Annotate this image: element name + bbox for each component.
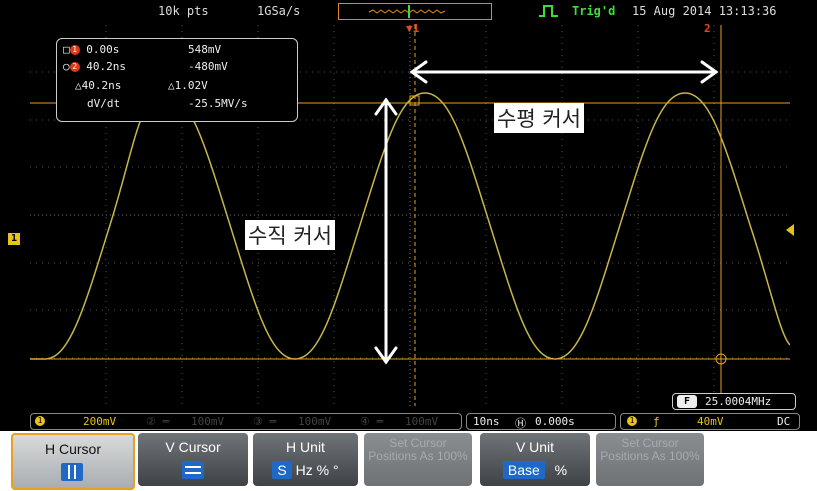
annotation-arrows bbox=[374, 60, 719, 365]
oscilloscope-display: 10k pts 1GSa/s Trig'd 15 Aug 2014 13:13:… bbox=[0, 0, 817, 491]
horizontal-cursor-caption: 수평 커서 bbox=[494, 103, 584, 133]
vertical-cursor-caption: 수직 커서 bbox=[245, 220, 335, 250]
